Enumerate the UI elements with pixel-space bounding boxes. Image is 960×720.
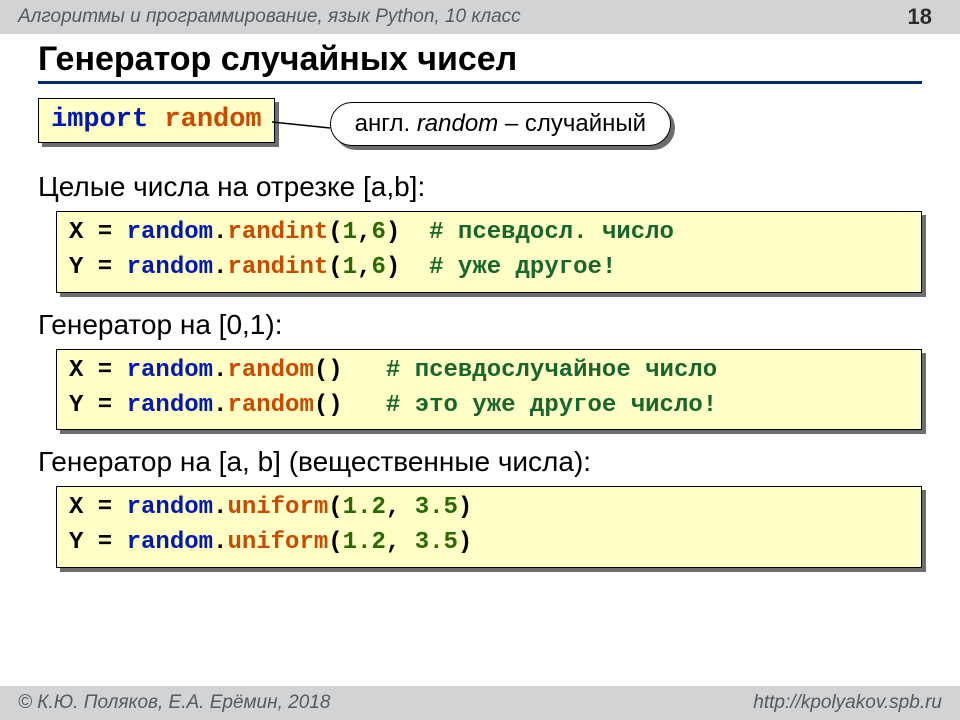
section-1-title: Целые числа на отрезке [a,b]: [38,171,922,203]
mod-random: random [164,105,261,135]
title-underline [38,81,922,84]
code-random: X = random.random() # псевдослучайное чи… [56,349,922,431]
callout-connector [272,120,330,134]
section-2-title: Генератор на [0,1): [38,309,922,341]
page-number: 18 [908,4,932,30]
section-3-title: Генератор на [a, b] (вещественные числа)… [38,446,922,478]
slide-title: Генератор случайных чисел [38,40,922,79]
callout-post: – случайный [498,110,646,137]
course-title: Алгоритмы и программирование, язык Pytho… [18,6,908,28]
footer-right: http://kpolyakov.spb.ru [753,692,942,714]
code-uniform: X = random.uniform(1.2, 3.5) Y = random.… [56,486,922,568]
code-import: import random [38,98,275,143]
footer-bar: © К.Ю. Поляков, Е.А. Ерёмин, 2018 http:/… [0,686,960,720]
footer-left: © К.Ю. Поляков, Е.А. Ерёмин, 2018 [18,692,330,714]
callout-word: random [417,110,498,137]
kw-import: import [51,105,148,135]
code-randint: X = random.randint(1,6) # псевдосл. числ… [56,211,922,293]
header-bar: Алгоритмы и программирование, язык Pytho… [0,0,960,34]
callout-bubble: англ. random – случайный [330,102,671,146]
callout-pre: англ. [355,110,417,137]
slide-content: Генератор случайных чисел import random … [0,34,960,686]
